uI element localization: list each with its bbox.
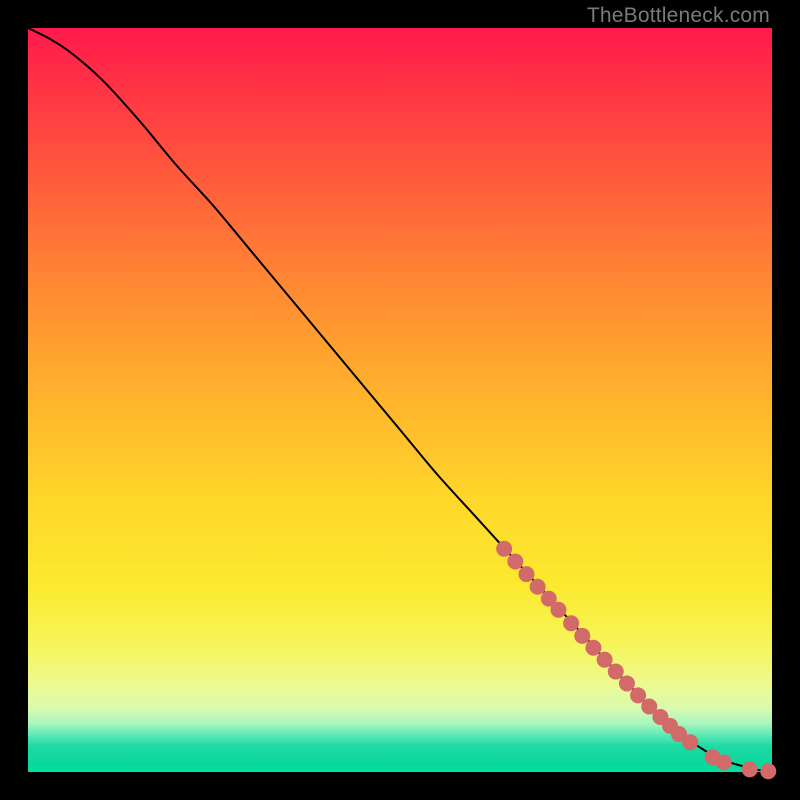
chart-frame: TheBottleneck.com xyxy=(0,0,800,800)
highlight-dots xyxy=(496,541,776,779)
highlight-dot xyxy=(496,541,512,557)
highlight-dot xyxy=(507,553,523,569)
highlight-dot xyxy=(742,761,758,777)
highlight-dot xyxy=(682,734,698,750)
highlight-dot xyxy=(608,664,624,680)
curve-layer xyxy=(28,28,772,772)
plot-area xyxy=(28,28,772,772)
highlight-dot xyxy=(563,615,579,631)
highlight-dot xyxy=(597,652,613,668)
highlight-dot xyxy=(574,628,590,644)
highlight-dot xyxy=(760,763,776,779)
highlight-dot xyxy=(530,579,546,595)
bottleneck-curve xyxy=(28,28,772,771)
highlight-dot xyxy=(585,640,601,656)
watermark-text: TheBottleneck.com xyxy=(587,4,770,28)
highlight-dot xyxy=(716,754,732,770)
highlight-dot xyxy=(619,675,635,691)
highlight-dot xyxy=(518,566,534,582)
highlight-dot xyxy=(550,602,566,618)
